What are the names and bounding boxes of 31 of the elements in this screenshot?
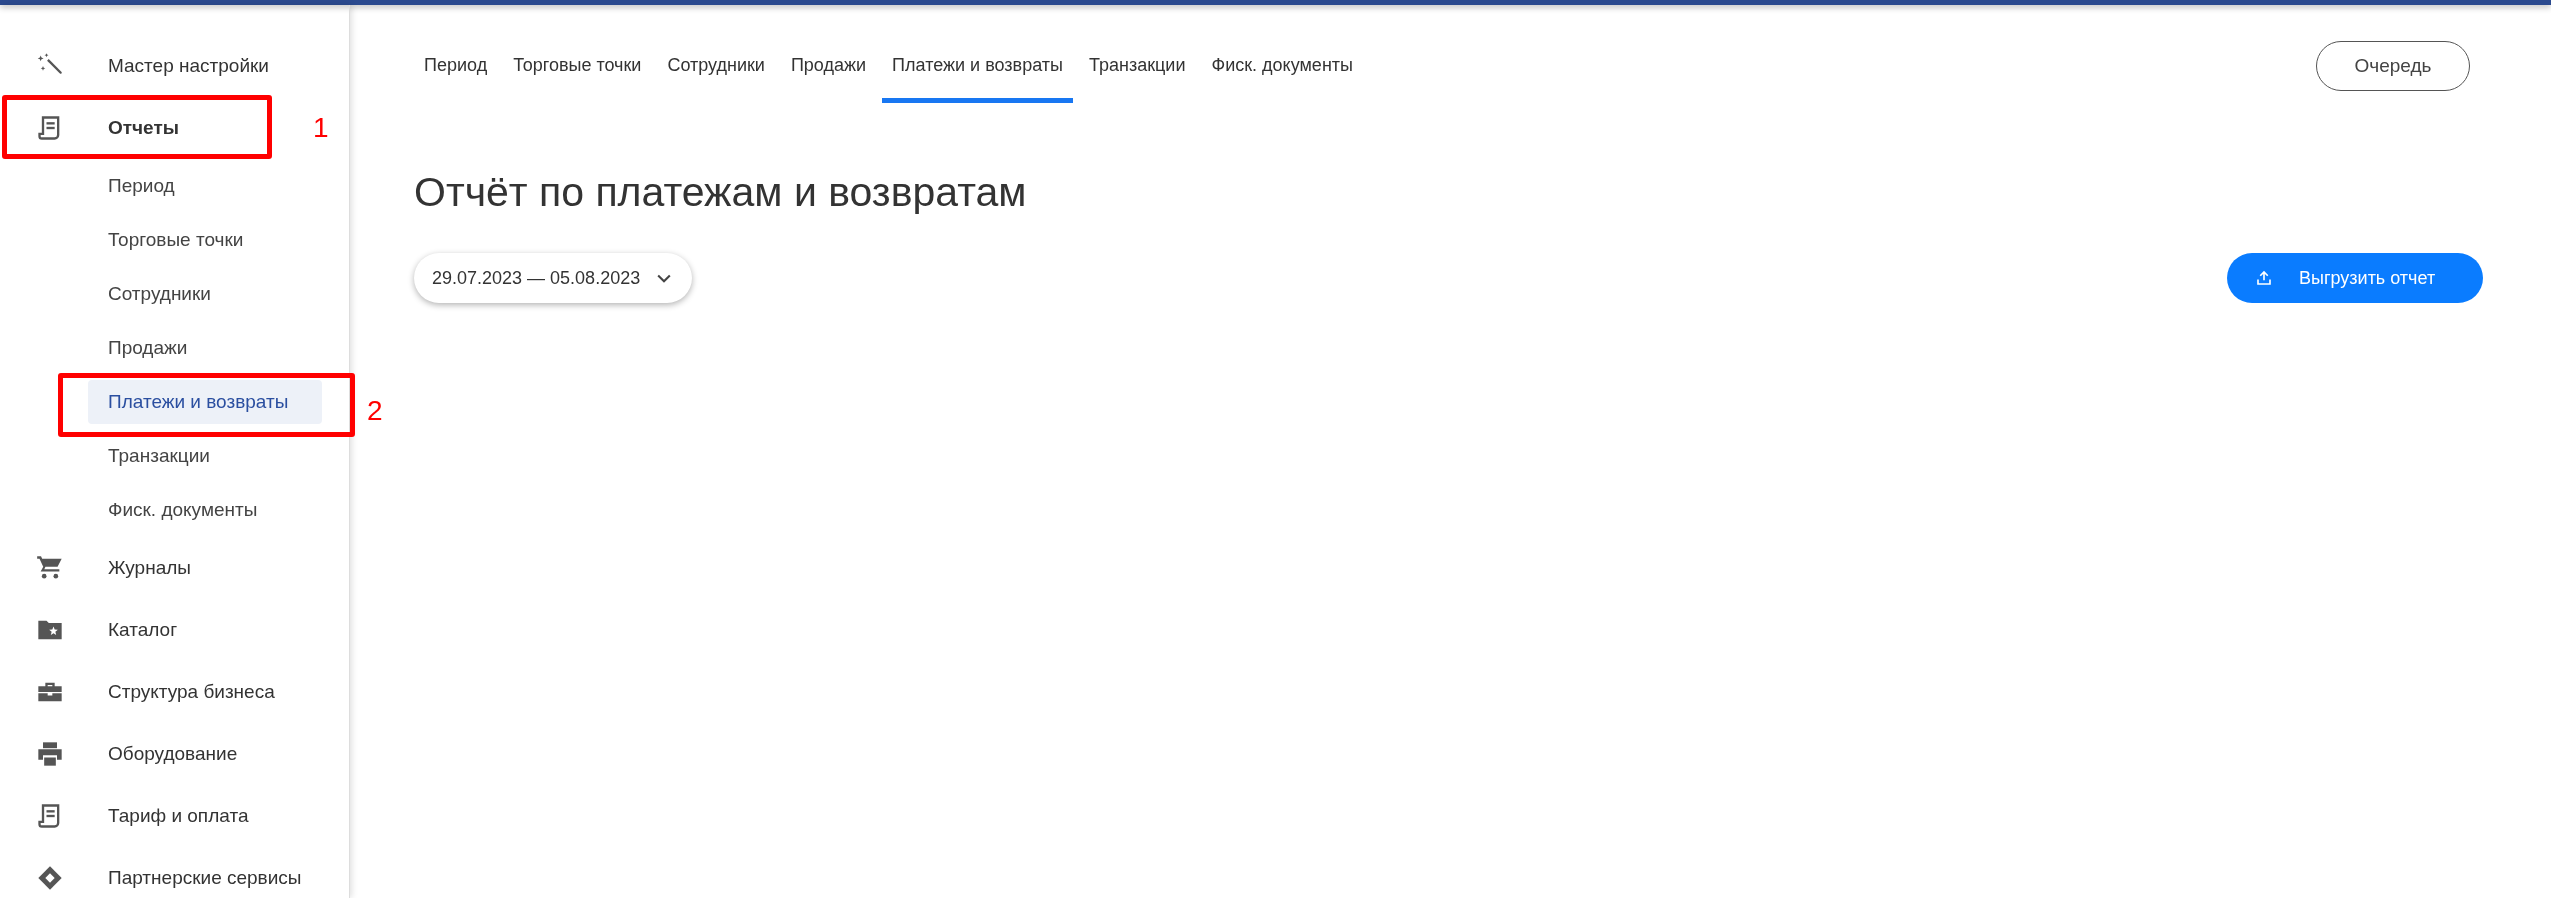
annotation-number: 2 bbox=[367, 397, 383, 425]
tab[interactable]: Продажи bbox=[780, 33, 877, 103]
diamond-icon bbox=[36, 864, 64, 892]
tab[interactable]: Сотрудники bbox=[657, 33, 775, 103]
sidebar-subitem[interactable]: Сотрудники bbox=[88, 272, 322, 316]
tab[interactable]: Платежи и возвраты bbox=[882, 33, 1073, 103]
sidebar-item[interactable]: Тариф и оплата bbox=[108, 801, 249, 831]
sidebar-subitem[interactable]: Торговые точки bbox=[88, 218, 322, 262]
sidebar-subitem[interactable]: Продажи bbox=[88, 326, 322, 370]
sidebar-item[interactable]: Мастер настройки bbox=[108, 51, 269, 81]
sidebar-item[interactable]: Оборудование bbox=[108, 739, 238, 769]
date-range-picker[interactable]: 29.07.2023 — 05.08.2023 bbox=[414, 253, 693, 303]
tab[interactable]: Фиск. документы bbox=[1201, 33, 1363, 103]
sidebar-subitem[interactable]: Период bbox=[88, 164, 322, 208]
upload-icon bbox=[2255, 269, 2273, 287]
printer-icon bbox=[36, 740, 64, 768]
sidebar-subitem[interactable]: Транзакции bbox=[88, 434, 322, 478]
sidebar-subitem[interactable]: Платежи и возвраты bbox=[88, 380, 322, 424]
sidebar-item[interactable]: Журналы bbox=[108, 553, 191, 583]
export-button[interactable]: Выгрузить отчет bbox=[2227, 253, 2483, 303]
tab[interactable]: Торговые точки bbox=[503, 33, 652, 103]
sidebar-item[interactable]: Каталог bbox=[108, 615, 178, 645]
sidebar-item[interactable]: Партнерские сервисы bbox=[108, 863, 302, 893]
page-title: Отчёт по платежам и возвратам bbox=[414, 168, 1028, 217]
tab[interactable]: Период bbox=[414, 33, 498, 103]
sidebar-subitem[interactable]: Фиск. документы bbox=[88, 488, 322, 532]
tab[interactable]: Транзакции bbox=[1078, 33, 1196, 103]
sidebar-item[interactable]: Отчеты bbox=[108, 113, 179, 143]
sidebar-item[interactable]: Структура бизнеса bbox=[108, 677, 275, 707]
annotation-number: 1 bbox=[313, 114, 329, 142]
queue-button[interactable]: Очередь bbox=[2316, 41, 2470, 91]
